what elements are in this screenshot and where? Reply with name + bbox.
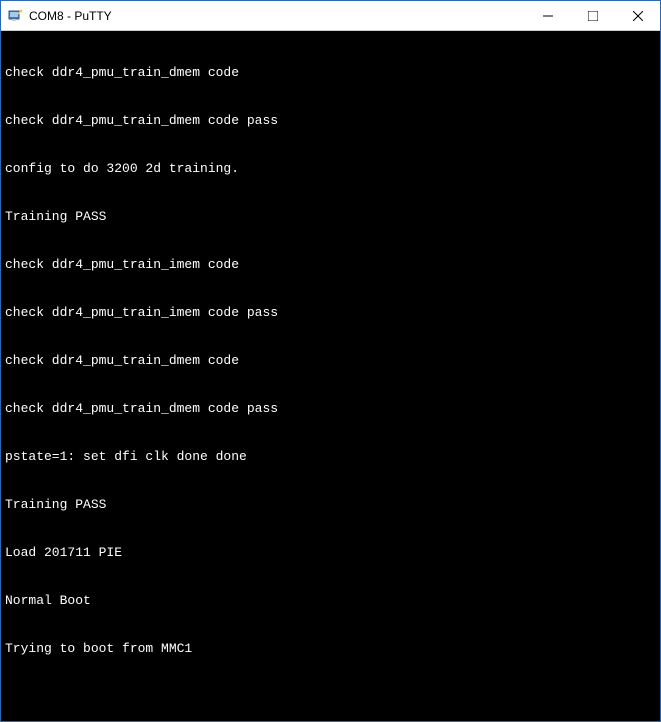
minimize-button[interactable]: [525, 1, 570, 30]
maximize-icon: [588, 11, 598, 21]
window-controls: [525, 1, 660, 30]
terminal-line: Trying to boot from MMC1: [5, 641, 656, 657]
terminal-line: Training PASS: [5, 209, 656, 225]
close-icon: [633, 11, 643, 21]
terminal-line: Normal Boot: [5, 593, 656, 609]
terminal-area[interactable]: check ddr4_pmu_train_dmem code check ddr…: [1, 31, 660, 721]
terminal-line: check ddr4_pmu_train_dmem code: [5, 65, 656, 81]
terminal-line: Load 201711 PIE: [5, 545, 656, 561]
close-button[interactable]: [615, 1, 660, 30]
terminal-line: check ddr4_pmu_train_dmem code pass: [5, 401, 656, 417]
terminal-line: pstate=1: set dfi clk done done: [5, 449, 656, 465]
terminal-line: config to do 3200 2d training.: [5, 161, 656, 177]
maximize-button[interactable]: [570, 1, 615, 30]
minimize-icon: [543, 11, 553, 21]
putty-icon: [7, 8, 23, 24]
terminal-line: [5, 689, 656, 705]
terminal-line: Training PASS: [5, 497, 656, 513]
terminal-line: check ddr4_pmu_train_imem code pass: [5, 305, 656, 321]
titlebar[interactable]: COM8 - PuTTY: [1, 1, 660, 31]
terminal-line: check ddr4_pmu_train_dmem code: [5, 353, 656, 369]
terminal-line: check ddr4_pmu_train_dmem code pass: [5, 113, 656, 129]
terminal-line: check ddr4_pmu_train_imem code: [5, 257, 656, 273]
window-title: COM8 - PuTTY: [29, 9, 525, 23]
putty-window: COM8 - PuTTY check ddr4_pmu_train_dmem: [0, 0, 661, 722]
